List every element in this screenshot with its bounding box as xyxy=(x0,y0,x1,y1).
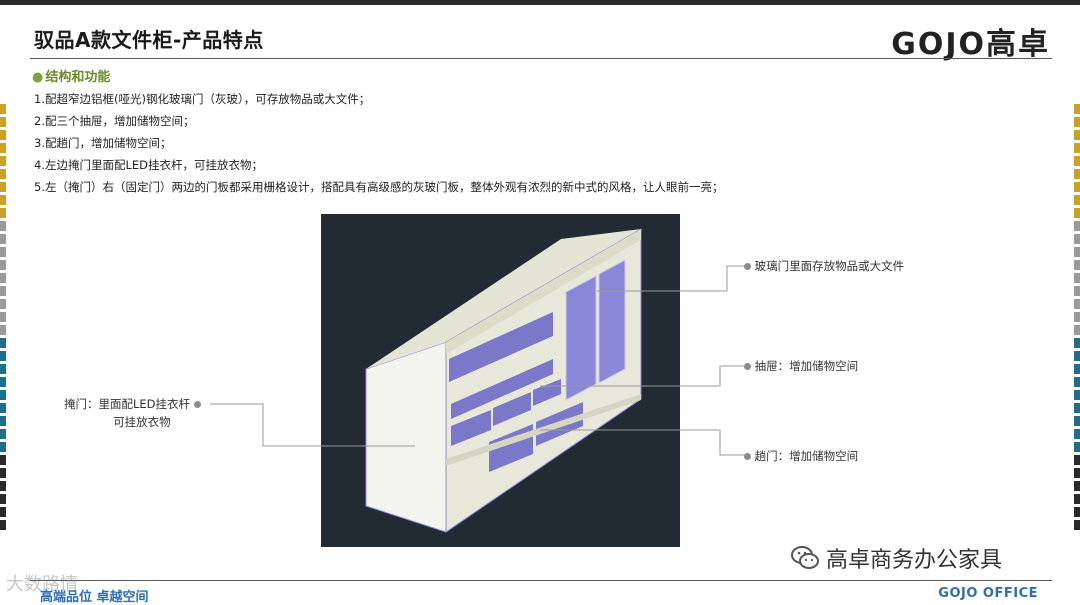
right-color-bar xyxy=(1074,104,1080,533)
top-strip xyxy=(0,0,1080,5)
bullet-icon: ● xyxy=(32,70,44,85)
callout-dot-icon xyxy=(744,453,751,460)
feature-item: 2.配三个抽屉，增加储物空间； xyxy=(34,114,195,128)
callout-hinged-door: 掩门：里面配LED挂衣杆 可挂放衣物 xyxy=(64,396,201,430)
cabinet-drawing xyxy=(321,214,680,547)
callout-dot-icon xyxy=(744,363,751,370)
callout-glass-door-text: 玻璃门里面存放物品或大文件 xyxy=(754,259,905,273)
brand-logo: GOJO高卓 xyxy=(891,27,1050,62)
feature-item: 5.左（掩门）右（固定门）两边的门板都采用栅格设计，搭配具有高级感的灰玻门板，整… xyxy=(34,180,724,194)
feature-list: 1.配超窄边铝框(哑光)钢化玻璃门（灰玻），可存放物品或大文件； 2.配三个抽屉… xyxy=(34,88,723,198)
feature-item: 3.配趟门，增加储物空间； xyxy=(34,136,172,150)
feature-item: 1.配超窄边铝框(哑光)钢化玻璃门（灰玻），可存放物品或大文件； xyxy=(34,92,371,106)
wechat-account-name: 高卓商务办公家具 xyxy=(826,548,1003,573)
callout-dot-icon xyxy=(744,263,751,270)
section-heading: ● 结构和功能 xyxy=(32,66,110,85)
header-divider xyxy=(30,58,1052,59)
left-color-bar xyxy=(0,104,6,533)
cabinet-render-image xyxy=(321,214,680,547)
footer-slogan: 高端品位 卓越空间 xyxy=(40,590,149,605)
callout-sliding-door: 趟门：增加储物空间 xyxy=(744,448,858,464)
section-heading-text: 结构和功能 xyxy=(45,70,111,85)
callout-drawer: 抽屉：增加储物空间 xyxy=(744,358,858,374)
wechat-icon xyxy=(790,545,820,577)
callout-hinged-door-text-2: 可挂放衣物 xyxy=(113,415,171,429)
callout-dot-icon xyxy=(193,401,201,408)
callout-hinged-door-text: 掩门：里面配LED挂衣杆 xyxy=(64,397,191,411)
feature-item: 4.左边掩门里面配LED挂衣杆，可挂放衣物； xyxy=(34,158,263,172)
callout-sliding-door-text: 趟门：增加储物空间 xyxy=(754,449,859,463)
footer-divider xyxy=(30,580,1052,581)
page-title: 驭品A款文件柜-产品特点 xyxy=(34,28,264,52)
wechat-watermark: 高卓商务办公家具 xyxy=(790,542,1002,577)
callout-drawer-text: 抽屉：增加储物空间 xyxy=(754,359,859,373)
footer-brand: GOJO OFFICE xyxy=(938,586,1038,601)
callout-glass-door: 玻璃门里面存放物品或大文件 xyxy=(744,258,904,274)
